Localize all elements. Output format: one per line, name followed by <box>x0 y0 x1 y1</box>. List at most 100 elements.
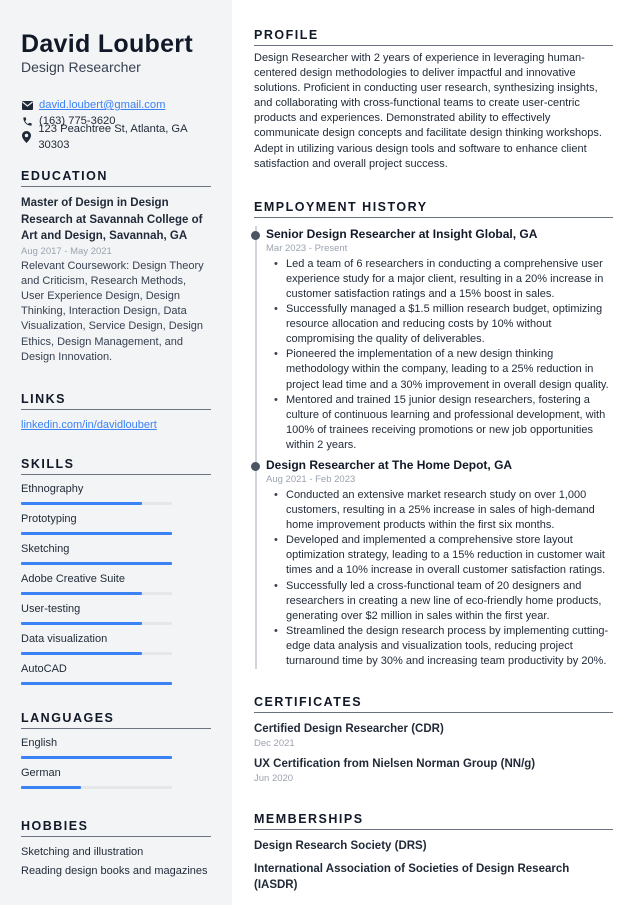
hobby-item: Reading design books and magazines <box>21 864 208 877</box>
job-dates: Mar 2023 - Present <box>266 242 348 254</box>
skill-level-fill <box>21 621 142 625</box>
achievement-bullet: Conducted an extensive market research s… <box>274 488 613 533</box>
memberships-section: MEMBERSHIPS Design Research Society (DRS… <box>254 812 613 893</box>
education-heading: EDUCATION <box>21 169 211 187</box>
profile-summary: Design Researcher with 2 years of experi… <box>254 52 602 170</box>
links-section: LINKS linkedin.com/in/davidloubert <box>21 392 211 431</box>
jobs-list: Senior Design Researcher at Insight Glob… <box>251 226 613 669</box>
skill-item: AutoCAD <box>21 655 211 685</box>
education-section: EDUCATION Master of Design in Design Res… <box>21 169 211 365</box>
languages-heading: LANGUAGES <box>21 711 211 729</box>
certificates-section: CERTIFICATES Certified Design Researcher… <box>254 695 613 785</box>
address: 123 Peachtree St, Atlanta, GA 30303 <box>38 123 187 151</box>
certificate-title: UX Certification from Nielsen Norman Gro… <box>254 758 536 771</box>
education-description: Relevant Coursework: Design Theory and C… <box>21 259 204 363</box>
skill-item: Adobe Creative Suite <box>21 565 211 595</box>
skill-level-bar <box>21 561 172 565</box>
certificate-date: Jun 2020 <box>254 773 294 785</box>
skill-item: User-testing <box>21 595 211 625</box>
skill-label: Prototyping <box>21 512 77 525</box>
certificate-item: UX Certification from Nielsen Norman Gro… <box>254 756 613 785</box>
profile-section: PROFILE Design Researcher with 2 years o… <box>254 28 613 172</box>
skill-label: Data visualization <box>21 632 108 645</box>
membership-item: International Association of Societies o… <box>254 863 570 892</box>
achievement-bullet: Mentored and trained 15 junior design re… <box>274 393 613 453</box>
skill-label: Sketching <box>21 542 70 555</box>
job-entry: Senior Design Researcher at Insight Glob… <box>251 226 613 453</box>
skill-level-fill <box>21 561 172 565</box>
achievement-bullet: Developed and implemented a comprehensiv… <box>274 533 613 578</box>
skill-label: Ethnography <box>21 482 84 495</box>
skills-heading: SKILLS <box>21 457 211 475</box>
skill-level-fill <box>21 681 172 685</box>
skill-level-fill <box>21 651 142 655</box>
memberships-list: Design Research Society (DRS) Internation… <box>254 838 613 893</box>
degree-title: Master of Design in Design Research at S… <box>21 197 203 242</box>
skill-level-fill <box>21 501 142 505</box>
map-pin-icon <box>21 131 32 143</box>
envelope-icon <box>21 99 33 111</box>
email-link[interactable]: david.loubert@gmail.com <box>39 97 165 113</box>
achievement-bullet: Led a team of 6 researchers in conductin… <box>274 257 613 302</box>
skill-label: Adobe Creative Suite <box>21 572 125 585</box>
candidate-title: Design Researcher <box>21 59 141 75</box>
skill-level-bar <box>21 591 172 595</box>
language-level-bar <box>21 755 172 759</box>
skills-list: Ethnography Prototyping Sketching Adobe Cre… <box>21 475 211 685</box>
skill-item: Ethnography <box>21 475 211 505</box>
hobbies-list: Sketching and illustration Reading design… <box>21 843 211 881</box>
language-item: German <box>21 759 211 789</box>
skill-level-bar <box>21 651 172 655</box>
employment-timeline: Senior Design Researcher at Insight Glob… <box>251 225 613 670</box>
job-title: Design Researcher at The Home Depot, GA <box>266 457 513 472</box>
contact-address: 123 Peachtree St, Atlanta, GA 30303 <box>21 123 211 151</box>
memberships-heading: MEMBERSHIPS <box>254 812 613 831</box>
achievement-bullet: Successfully managed a $1.5 million rese… <box>274 302 613 347</box>
certificate-date: Dec 2021 <box>254 738 295 750</box>
links-heading: LINKS <box>21 392 211 410</box>
language-label: English <box>21 736 58 749</box>
skill-label: AutoCAD <box>21 662 67 675</box>
language-level-fill <box>21 755 172 759</box>
hobbies-section: HOBBIES Sketching and illustration Readin… <box>21 819 211 881</box>
achievement-bullet: Streamlined the design research process … <box>274 624 613 669</box>
hobbies-heading: HOBBIES <box>21 819 211 837</box>
job-entry: Design Researcher at The Home Depot, GA A… <box>251 457 613 669</box>
candidate-name: David Loubert <box>21 30 193 58</box>
job-achievements: Conducted an extensive market research s… <box>266 488 613 669</box>
languages-section: LANGUAGES English German <box>21 711 211 789</box>
phone-icon <box>21 115 33 127</box>
skill-level-bar <box>21 501 172 505</box>
skill-item: Sketching <box>21 535 211 565</box>
membership-item: Design Research Society (DRS) <box>254 840 427 853</box>
certificates-heading: CERTIFICATES <box>254 695 613 714</box>
education-dates: Aug 2017 - May 2021 <box>21 245 112 257</box>
achievement-bullet: Successfully led a cross-functional team… <box>274 579 613 624</box>
skill-level-fill <box>21 591 142 595</box>
language-item: English <box>21 729 211 759</box>
hobby-item: Sketching and illustration <box>21 845 144 858</box>
timeline-dot-icon <box>251 461 260 471</box>
contact-email: david.loubert@gmail.com <box>21 97 211 113</box>
profile-heading: PROFILE <box>254 28 613 46</box>
languages-list: English German <box>21 729 211 789</box>
skills-section: SKILLS Ethnography Prototyping Sketching Ad… <box>21 457 211 685</box>
skill-item: Data visualization <box>21 625 211 655</box>
job-dates: Aug 2021 - Feb 2023 <box>266 473 356 485</box>
employment-heading: EMPLOYMENT HISTORY <box>254 200 613 218</box>
main-content: PROFILE Design Researcher with 2 years o… <box>251 28 613 893</box>
timeline-dot-icon <box>251 230 260 240</box>
skill-level-bar <box>21 531 172 535</box>
certificates-list: Certified Design Researcher (CDR) Dec 202… <box>254 721 613 785</box>
language-level-bar <box>21 785 172 789</box>
job-achievements: Led a team of 6 researchers in conductin… <box>266 257 613 453</box>
contact-info: david.loubert@gmail.com (163) 775-3620 1… <box>21 97 211 151</box>
sidebar: David Loubert Design Researcher david.lo… <box>0 0 232 905</box>
skill-level-bar <box>21 621 172 625</box>
skill-label: User-testing <box>21 602 81 615</box>
employment-section: EMPLOYMENT HISTORY Senior Design Researc… <box>251 200 613 670</box>
skill-level-bar <box>21 681 172 685</box>
language-label: German <box>21 766 61 779</box>
linkedin-link[interactable]: linkedin.com/in/davidloubert <box>21 419 211 431</box>
certificate-item: Certified Design Researcher (CDR) Dec 202… <box>254 721 613 750</box>
